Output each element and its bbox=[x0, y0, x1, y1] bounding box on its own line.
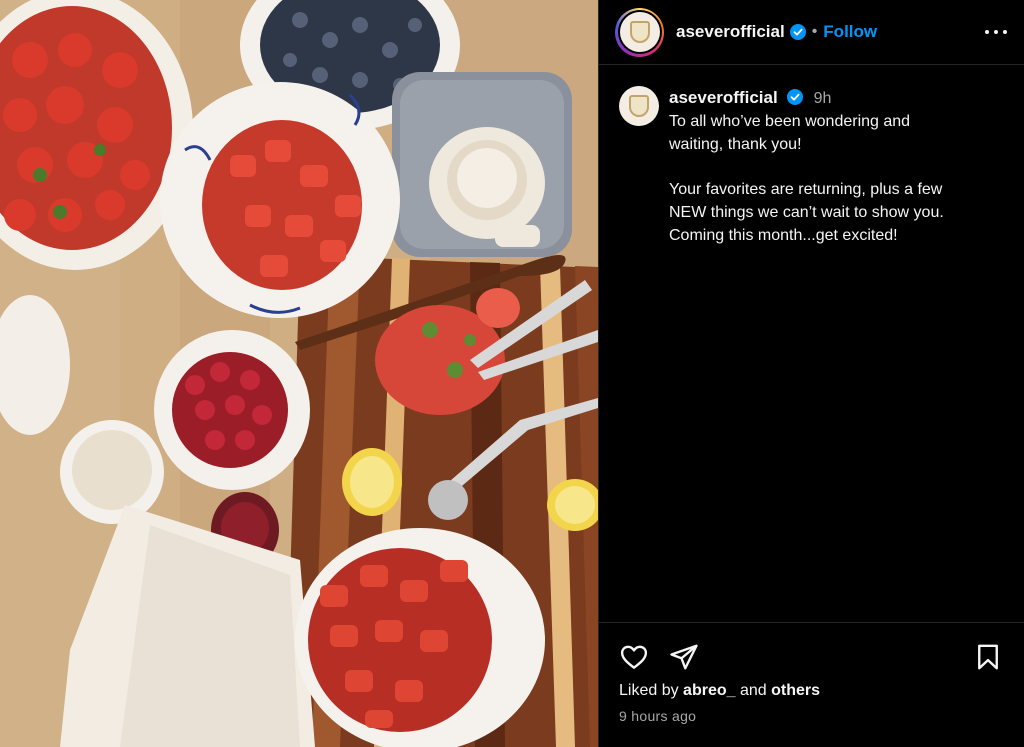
kitchen-table-photo bbox=[0, 0, 598, 747]
verified-badge-icon bbox=[787, 89, 804, 105]
caption-body: aseverofficial 9h To all who’ve been won… bbox=[669, 86, 944, 247]
post-header: aseverofficial • Follow bbox=[599, 0, 1024, 65]
send-icon[interactable] bbox=[669, 642, 699, 672]
caption-line: NEW things we can’t wait to show you. bbox=[669, 204, 944, 221]
caption-username[interactable]: aseverofficial bbox=[669, 88, 778, 107]
verified-badge-icon bbox=[789, 24, 806, 40]
caption-line: Your favorites are returning, plus a few bbox=[669, 181, 943, 198]
post-timestamp[interactable]: 9 hours ago bbox=[619, 708, 696, 724]
caption-line: waiting, thank you! bbox=[669, 136, 802, 153]
post-image[interactable] bbox=[0, 0, 598, 747]
header-username[interactable]: aseverofficial bbox=[676, 22, 785, 42]
more-options-icon[interactable] bbox=[985, 22, 1007, 42]
likes-middle: and bbox=[739, 682, 767, 699]
story-ring[interactable] bbox=[615, 7, 664, 57]
caption-line: Coming this month...get excited! bbox=[669, 227, 898, 244]
bookmark-icon[interactable] bbox=[973, 642, 1003, 672]
caption-avatar[interactable] bbox=[619, 86, 659, 126]
brand-logo-icon bbox=[629, 21, 650, 43]
measuring-cup bbox=[392, 72, 572, 257]
liked-by-user[interactable]: abreo_ bbox=[683, 682, 735, 699]
caption: aseverofficial 9h To all who’ve been won… bbox=[619, 86, 1009, 247]
heart-icon[interactable] bbox=[619, 642, 649, 672]
likes-summary: Liked by abreo_ and others bbox=[619, 682, 820, 700]
avatar[interactable] bbox=[619, 12, 660, 52]
follow-button[interactable]: Follow bbox=[823, 22, 877, 42]
post-panel: aseverofficial • Follow aseverofficial 9… bbox=[598, 0, 1024, 747]
caption-line: To all who’ve been wondering and bbox=[669, 113, 911, 130]
caption-time[interactable]: 9h bbox=[814, 90, 832, 107]
brand-logo-icon bbox=[629, 95, 649, 117]
raspberry-bowl bbox=[154, 330, 310, 490]
separator-dot: • bbox=[811, 23, 818, 40]
bottom-strawberry-bowl bbox=[295, 528, 545, 747]
likes-others-link[interactable]: others bbox=[771, 682, 820, 699]
sliced-strawberry-bowl bbox=[160, 82, 400, 318]
likes-prefix: Liked by bbox=[619, 682, 679, 699]
